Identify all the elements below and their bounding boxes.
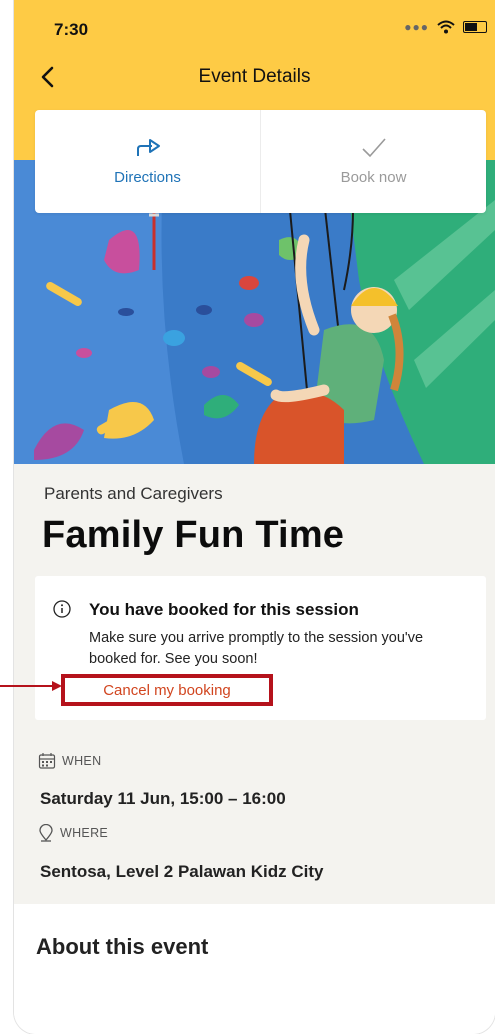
phone-screen: 7:30 ●●● Event Details Directions Book n… xyxy=(14,0,495,1034)
directions-button[interactable]: Directions xyxy=(35,110,260,213)
where-value: Sentosa, Level 2 Palawan Kidz City xyxy=(40,862,324,881)
cancel-booking-button[interactable]: Cancel my booking xyxy=(61,674,273,706)
where-label: WHERE xyxy=(60,826,109,840)
about-title: About this event xyxy=(36,934,209,959)
page-title: Event Details xyxy=(198,66,311,87)
booking-notice-body: Make sure you arrive promptly to the ses… xyxy=(89,630,424,667)
event-title: Family Fun Time xyxy=(42,514,345,556)
event-category: Parents and Caregivers xyxy=(44,484,223,503)
when-value: Saturday 11 Jun, 15:00 – 16:00 xyxy=(40,789,286,808)
where-section: WHERE Sentosa, Level 2 Palawan Kidz City xyxy=(14,818,495,904)
cancel-booking-label: Cancel my booking xyxy=(103,681,231,699)
book-now-label: Book now xyxy=(340,169,407,186)
event-details-section: Parents and Caregivers Family Fun Time Y… xyxy=(14,464,495,818)
location-pin-icon xyxy=(39,824,53,842)
signal-icon: ●●● xyxy=(404,20,429,34)
directions-icon xyxy=(136,139,160,156)
calendar-icon xyxy=(38,753,56,769)
book-now-button[interactable]: Book now xyxy=(260,110,486,213)
when-label-row: WHEN xyxy=(38,752,101,770)
booking-notice-title: You have booked for this session xyxy=(89,600,359,619)
booking-notice-card: You have booked for this session Make su… xyxy=(35,576,486,720)
when-label: WHEN xyxy=(62,754,102,768)
checkmark-icon xyxy=(361,138,386,158)
directions-label: Directions xyxy=(114,169,181,186)
action-card: Directions Book now xyxy=(35,110,486,213)
battery-icon xyxy=(463,21,487,33)
annotation-arrow xyxy=(0,681,62,691)
where-label-row-inner: WHERE xyxy=(38,824,108,842)
status-bar: 7:30 ●●● xyxy=(14,0,495,52)
status-icons: ●●● xyxy=(404,20,487,34)
status-time: 7:30 xyxy=(54,20,89,39)
info-icon xyxy=(53,600,71,618)
wifi-icon xyxy=(437,20,455,34)
